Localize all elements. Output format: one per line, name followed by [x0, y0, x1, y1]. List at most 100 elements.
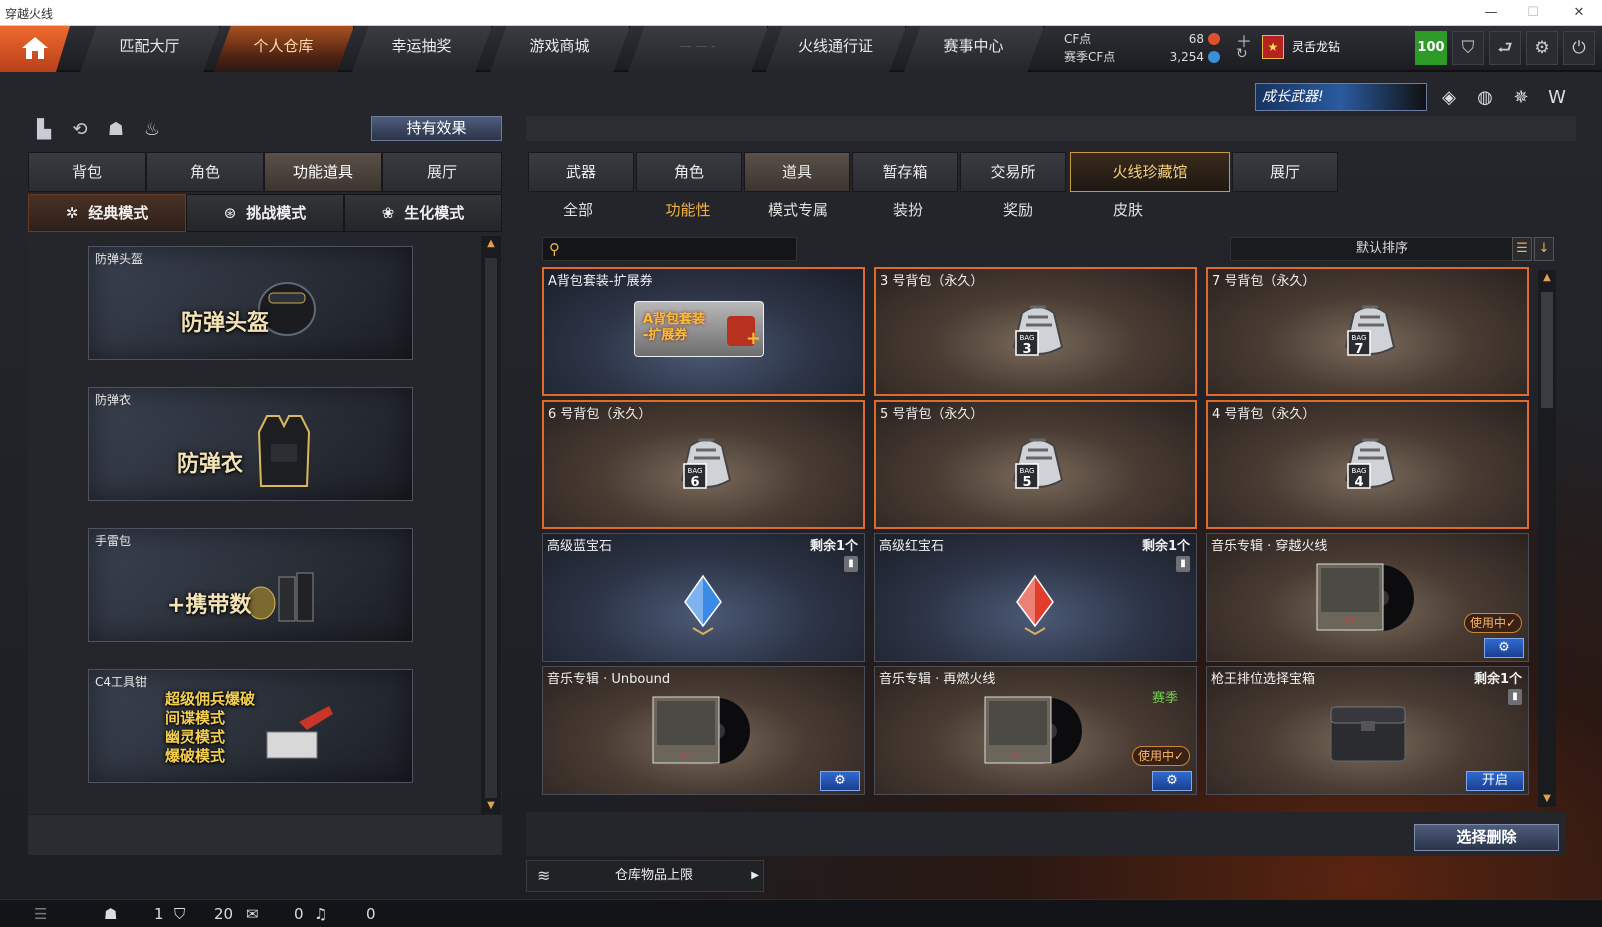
- grenade-icon[interactable]: ♨: [138, 116, 166, 144]
- nav-tab-event-center[interactable]: 赛事中心: [904, 26, 1044, 72]
- subtab-rewards[interactable]: 奖励: [968, 198, 1068, 222]
- item-body-armor[interactable]: 防弹衣 防弹衣: [88, 387, 413, 501]
- item-card[interactable]: 音乐专辑 · 穿越火线 CF 使用中✓ ⚙: [1206, 533, 1529, 662]
- item-card[interactable]: 高级蓝宝石 剩余1个 ▮: [542, 533, 865, 662]
- right-tab-weapons[interactable]: 武器: [528, 152, 634, 192]
- gear-icon[interactable]: ⚙: [1484, 638, 1524, 658]
- mode-classic[interactable]: ✲ 经典模式: [28, 194, 186, 232]
- right-tab-items[interactable]: 道具: [744, 152, 850, 192]
- select-delete-button[interactable]: 选择删除: [1414, 824, 1559, 851]
- item-helmet[interactable]: 防弹头盔 防弹头盔: [88, 246, 413, 360]
- item-title: 超级佣兵爆破 间谍模式 幽灵模式 爆破模式: [165, 690, 256, 765]
- subtab-skins[interactable]: 皮肤: [1078, 198, 1178, 222]
- item-title: 防弹头盔: [181, 311, 270, 336]
- item-card[interactable]: 音乐专辑 · 再燃火线 赛季 CF 使用中✓ ⚙: [874, 666, 1197, 795]
- refresh-icon[interactable]: ↻: [1236, 46, 1248, 62]
- stats-icon[interactable]: ▙: [30, 116, 58, 144]
- svg-text:7: 7: [1354, 342, 1363, 357]
- svg-text:BAG: BAG: [1020, 467, 1035, 475]
- globe-icon[interactable]: ◍: [1472, 85, 1498, 111]
- right-tab-character[interactable]: 角色: [636, 152, 742, 192]
- item-name: 7 号背包（永久）: [1212, 274, 1316, 289]
- held-effects-button[interactable]: 持有效果: [371, 116, 502, 141]
- nav-tab-match-lobby[interactable]: 匹配大厅: [80, 26, 220, 72]
- minimize-button[interactable]: —: [1474, 2, 1508, 24]
- shield-icon[interactable]: ⛉: [1452, 31, 1484, 65]
- power-icon[interactable]: ⏻: [1563, 31, 1595, 65]
- speaker-icon[interactable]: ♫: [314, 904, 327, 924]
- item-card[interactable]: 音乐专辑 · Unbound CF ⚙: [542, 666, 865, 795]
- plus-icon: +: [745, 328, 761, 349]
- nav-tab-personal-warehouse[interactable]: 个人仓库: [214, 26, 354, 72]
- history-icon[interactable]: ⟲: [66, 116, 94, 144]
- settings-icon[interactable]: ⚙: [1526, 31, 1558, 65]
- scroll-thumb[interactable]: [1541, 292, 1553, 408]
- item-card[interactable]: 6 号背包（永久） BAG 6: [542, 400, 865, 529]
- mode-zombie[interactable]: ❀ 生化模式: [344, 194, 502, 232]
- left-tab-character[interactable]: 角色: [146, 152, 264, 192]
- left-scrollbar[interactable]: ▲ ▼: [481, 236, 501, 814]
- maximize-button[interactable]: ☐: [1516, 2, 1550, 24]
- scroll-down-icon[interactable]: ▼: [481, 798, 501, 814]
- level-badge[interactable]: 100: [1415, 31, 1447, 65]
- subtab-dress-up[interactable]: 装扮: [858, 198, 958, 222]
- left-tab-functional-items[interactable]: 功能道具: [264, 152, 382, 192]
- mode-challenge[interactable]: ⊛ 挑战模式: [186, 194, 344, 232]
- item-card[interactable]: 3 号背包（永久） BAG 3: [874, 267, 1197, 396]
- friends-icon[interactable]: ☗: [104, 904, 117, 924]
- gear-icon[interactable]: ⚙: [1152, 771, 1192, 791]
- menu-icon[interactable]: ☰: [34, 904, 47, 924]
- user-info[interactable]: ★ 灵舌龙钻: [1262, 32, 1412, 62]
- item-card[interactable]: 高级红宝石 剩余1个 ▮: [874, 533, 1197, 662]
- right-tab-storage[interactable]: 暂存箱: [852, 152, 958, 192]
- item-name: A背包套装-扩展券: [548, 274, 653, 289]
- close-button[interactable]: ✕: [1562, 2, 1596, 24]
- trash-icon[interactable]: ▮: [844, 556, 858, 572]
- item-card[interactable]: 5 号背包（永久） BAG 5: [874, 400, 1197, 529]
- scroll-up-icon[interactable]: ▲: [481, 236, 501, 252]
- right-tab-collection-hall[interactable]: 火线珍藏馆: [1070, 152, 1230, 192]
- status-bar: ☰ ☗ 1 ⛉ 20 ✉ 0 ♫ 0: [0, 899, 1602, 927]
- nav-tab-game-store[interactable]: 游戏商城: [490, 26, 630, 72]
- item-card[interactable]: 7 号背包（永久） BAG 7: [1206, 267, 1529, 396]
- clan-icon[interactable]: ⛉: [174, 904, 185, 924]
- item-card[interactable]: 4 号背包（永久） BAG 4: [1206, 400, 1529, 529]
- item-grenade-pack[interactable]: 手雷包 +携带数: [88, 528, 413, 642]
- svg-text:CF: CF: [681, 750, 692, 759]
- w-logo-icon[interactable]: W: [1544, 85, 1570, 111]
- home-button[interactable]: [0, 26, 70, 72]
- star-badge-icon[interactable]: ✵: [1508, 85, 1534, 111]
- nav-tab-battle-pass[interactable]: 火线通行证: [766, 26, 906, 72]
- subtab-mode-exclusive[interactable]: 模式专属: [748, 198, 848, 222]
- trash-icon[interactable]: ▮: [1508, 689, 1522, 705]
- scroll-thumb[interactable]: [485, 258, 497, 798]
- character-icon[interactable]: ☗: [102, 116, 130, 144]
- search-input[interactable]: ⚲: [542, 237, 797, 261]
- left-tab-showroom[interactable]: 展厅: [382, 152, 502, 192]
- item-card[interactable]: A背包套装-扩展券 A背包套装 -扩展券 +: [542, 267, 865, 396]
- sort-dropdown[interactable]: 默认排序: [1230, 237, 1534, 261]
- open-button[interactable]: 开启: [1466, 771, 1524, 791]
- sort-down-icon[interactable]: ↓: [1534, 237, 1554, 261]
- subtab-functional[interactable]: 功能性: [638, 198, 738, 222]
- gear-icon[interactable]: ⚙: [820, 771, 860, 791]
- item-card[interactable]: 枪王排位选择宝箱 剩余1个 ▮ 开启: [1206, 666, 1529, 795]
- trash-icon[interactable]: ▮: [1176, 556, 1190, 572]
- season-cf-value: 3,254: [1169, 50, 1204, 64]
- item-c4-pliers[interactable]: C4工具钳 超级佣兵爆破 间谍模式 幽灵模式 爆破模式: [88, 669, 413, 783]
- chat-icon[interactable]: ✉: [246, 904, 259, 924]
- left-tab-backpack[interactable]: 背包: [28, 152, 146, 192]
- right-tab-showroom[interactable]: 展厅: [1232, 152, 1338, 192]
- scroll-up-icon[interactable]: ▲: [1538, 270, 1556, 286]
- subtab-all[interactable]: 全部: [528, 198, 628, 222]
- item-label: C4工具钳: [95, 675, 148, 689]
- return-icon[interactable]: ⮐: [1489, 31, 1521, 65]
- list-view-icon[interactable]: ☰: [1512, 237, 1532, 261]
- warehouse-capacity-button[interactable]: ≋ 仓库物品上限 ▶: [526, 860, 764, 892]
- badge-v-icon[interactable]: ◈: [1436, 85, 1462, 111]
- right-tab-exchange[interactable]: 交易所: [960, 152, 1066, 192]
- scroll-down-icon[interactable]: ▼: [1538, 791, 1556, 807]
- nav-tab-lucky-draw[interactable]: 幸运抽奖: [352, 26, 492, 72]
- right-scrollbar[interactable]: ▲ ▼: [1538, 270, 1556, 807]
- growth-weapon-banner[interactable]: 成长武器!: [1255, 83, 1427, 111]
